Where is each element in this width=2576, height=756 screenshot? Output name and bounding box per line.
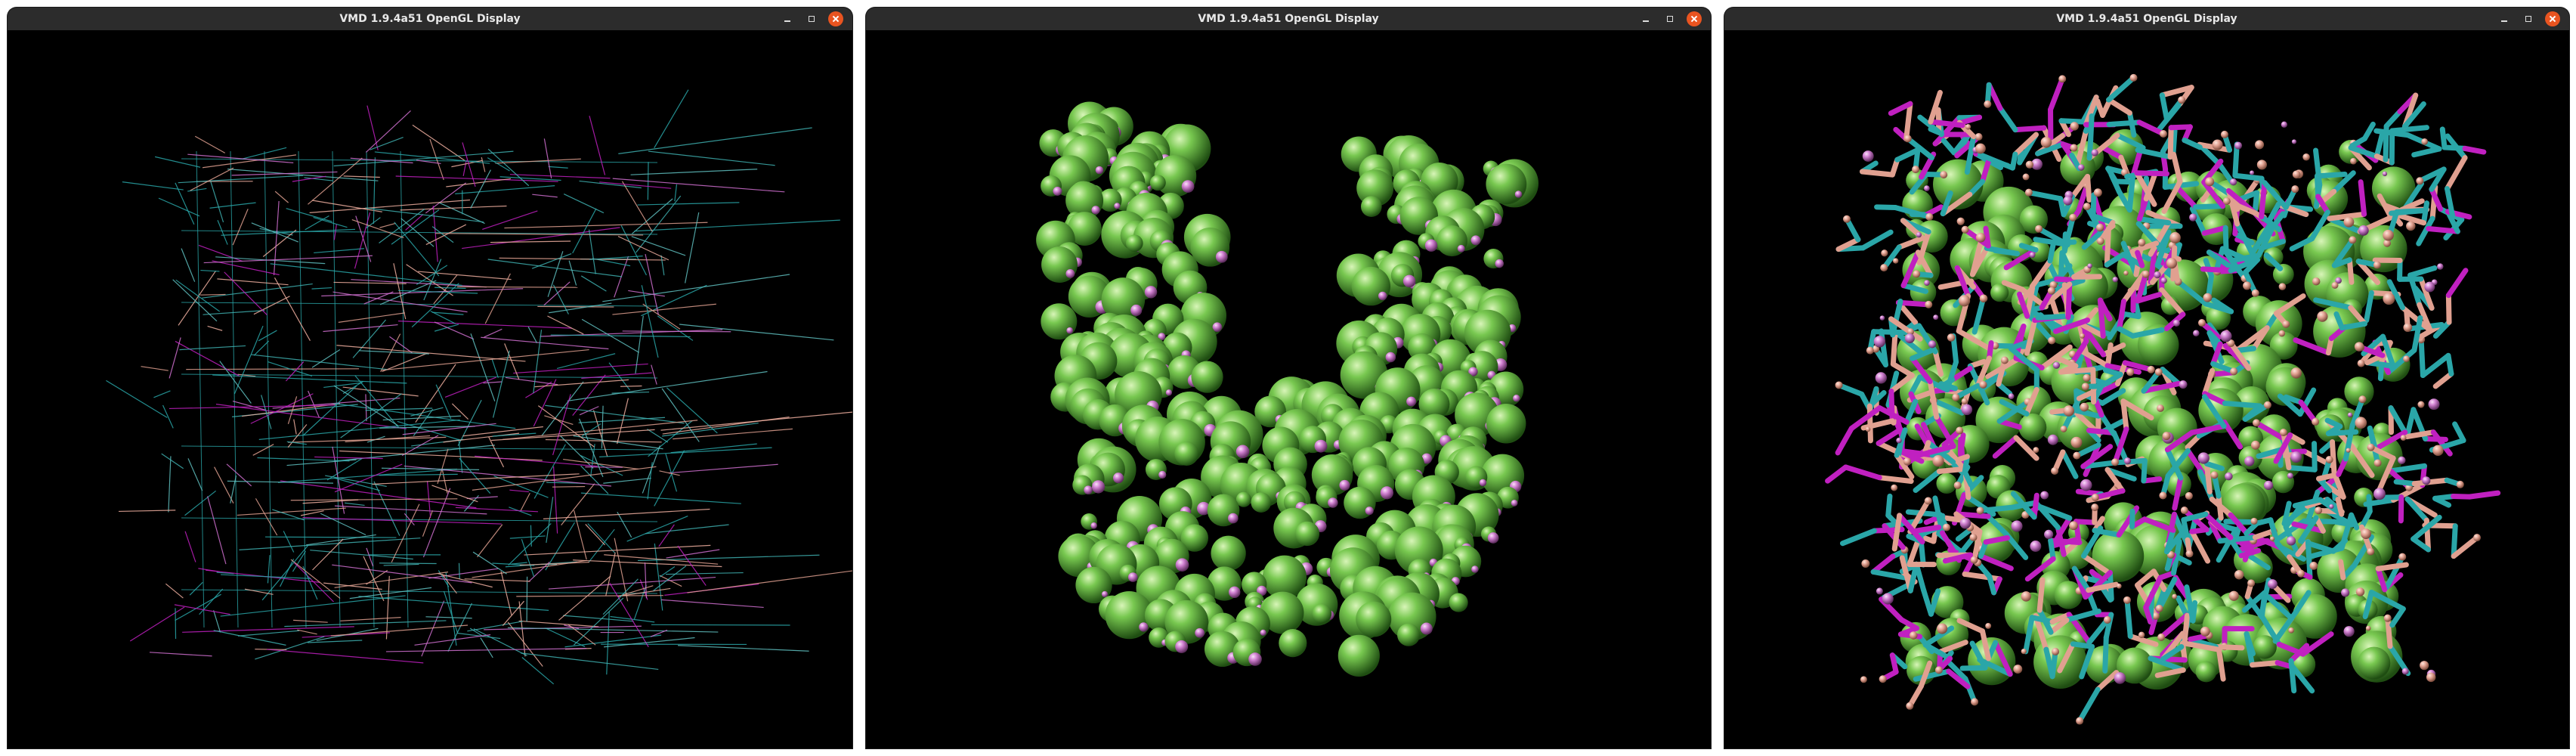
minimize-icon[interactable] (780, 11, 795, 26)
vmd-window-3: VMD 1.9.4a51 OpenGL Display (1724, 8, 2569, 748)
molecule-lines-render (106, 89, 852, 685)
minimize-icon[interactable] (1638, 11, 1653, 26)
atom-spheres (1036, 101, 1539, 677)
titlebar[interactable]: VMD 1.9.4a51 OpenGL Display (866, 8, 1711, 30)
bond-lines (106, 89, 852, 685)
maximize-icon[interactable] (2521, 11, 2536, 26)
minimize-icon[interactable] (2497, 11, 2512, 26)
opengl-display[interactable] (1724, 30, 2569, 748)
molecule-licorice-render (1825, 73, 2501, 725)
opengl-display[interactable] (866, 30, 1711, 748)
vmd-window-1: VMD 1.9.4a51 OpenGL Display (8, 8, 852, 748)
close-icon[interactable] (1687, 11, 1702, 26)
titlebar[interactable]: VMD 1.9.4a51 OpenGL Display (1724, 8, 2569, 30)
close-icon[interactable] (2545, 11, 2560, 26)
molecule-vdw-render (1036, 101, 1539, 677)
maximize-icon[interactable] (1662, 11, 1678, 26)
opengl-display[interactable] (8, 30, 852, 748)
window-title: VMD 1.9.4a51 OpenGL Display (1198, 13, 1379, 25)
close-icon[interactable] (828, 11, 843, 26)
maximize-icon[interactable] (804, 11, 819, 26)
window-title: VMD 1.9.4a51 OpenGL Display (2056, 13, 2237, 25)
window-title: VMD 1.9.4a51 OpenGL Display (339, 13, 521, 25)
vmd-window-2: VMD 1.9.4a51 OpenGL Display (866, 8, 1711, 748)
titlebar[interactable]: VMD 1.9.4a51 OpenGL Display (8, 8, 852, 30)
